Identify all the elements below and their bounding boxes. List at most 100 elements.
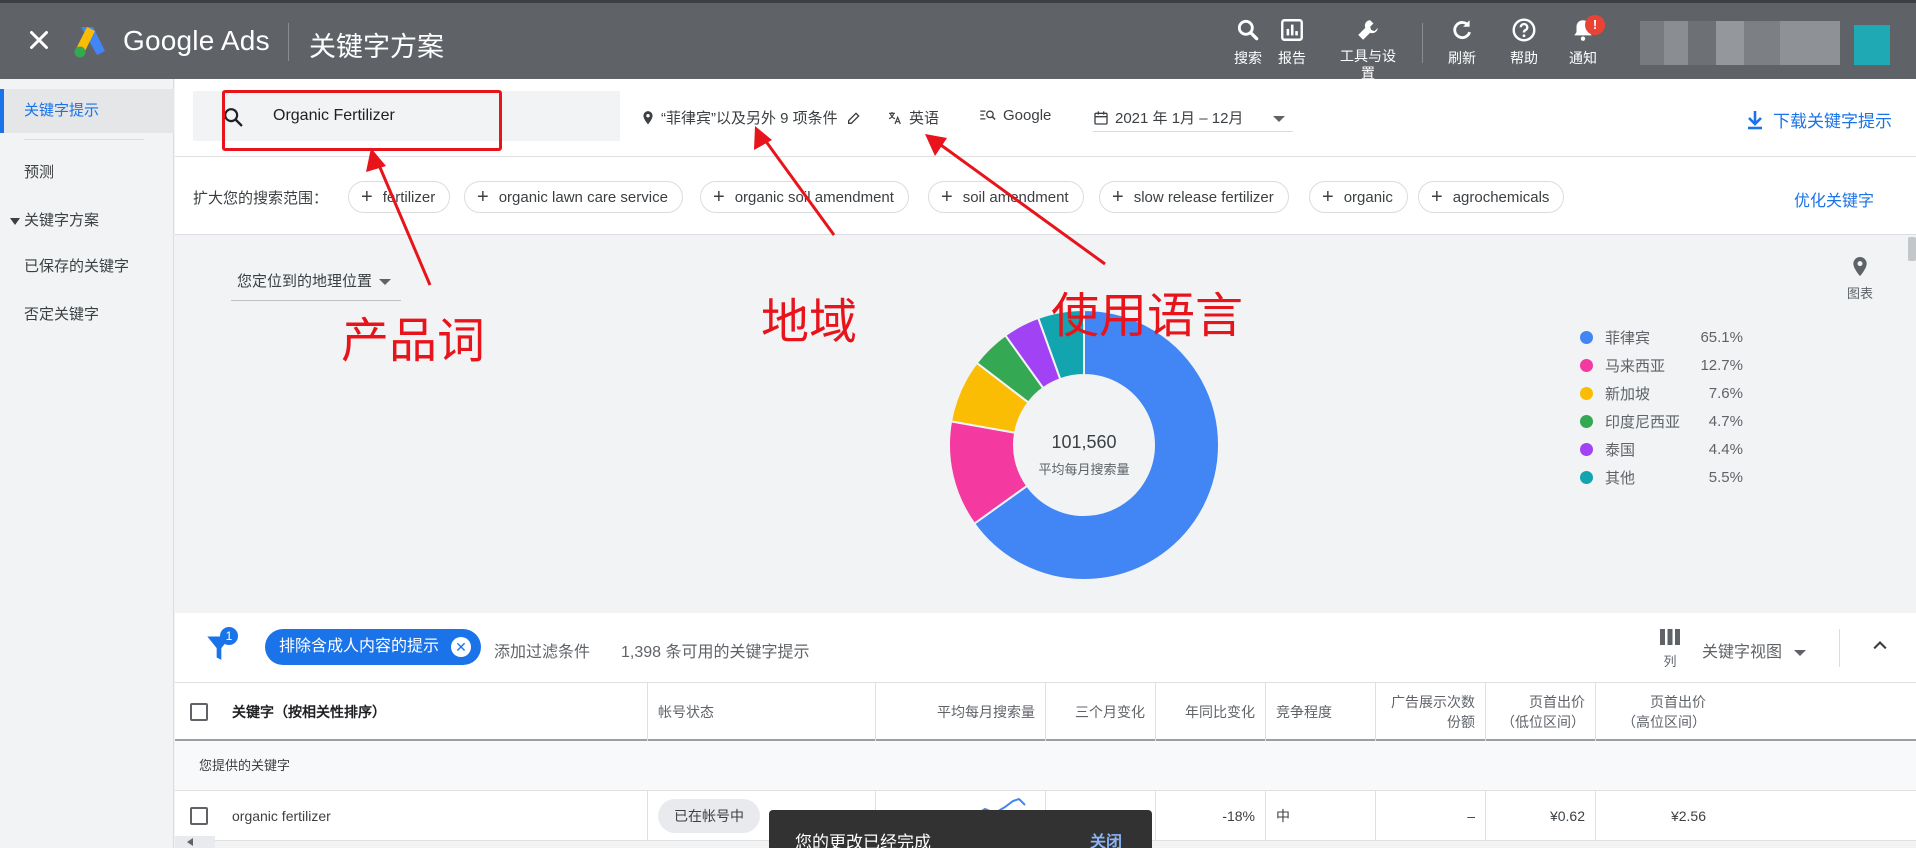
- download-icon: [1748, 111, 1762, 130]
- notifications-label: 通知: [1569, 50, 1597, 66]
- annotation-region: 地域: [761, 294, 858, 350]
- col-impression-share[interactable]: 广告展示次数份额: [1376, 683, 1486, 741]
- language-filter[interactable]: 英语: [887, 107, 939, 128]
- broaden-chip[interactable]: + fertilizer: [348, 181, 451, 213]
- vertical-scrollbar-thumb[interactable]: [1908, 237, 1916, 261]
- location-pin-icon: [643, 111, 653, 125]
- legend-swatch: [1580, 358, 1593, 372]
- filter-bar-divider: [1839, 629, 1840, 667]
- cell-competition: 中: [1266, 791, 1376, 841]
- nav-item-negative-keywords[interactable]: 否定关键字: [0, 293, 174, 337]
- broaden-chip[interactable]: + organic lawn care service: [464, 181, 683, 213]
- chip-label: organic soil amendment: [734, 189, 894, 206]
- download-label: 下载关键字提示: [1773, 112, 1892, 131]
- remove-filter-icon[interactable]: ✕: [451, 637, 472, 657]
- col-account-status[interactable]: 帐号状态: [648, 683, 876, 741]
- keyword-planner-page: Google Ads 关键字方案 搜索 报告 工具与设置 刷新 帮助 通知 !: [0, 0, 1916, 848]
- legend-item[interactable]: 其他 5.5%: [1580, 463, 1770, 491]
- plus-icon: +: [1431, 186, 1443, 208]
- refine-keywords-button[interactable]: 优化关键字: [1794, 187, 1874, 211]
- keyword-table-header: 关键字（按相关性排序） 帐号状态 平均每月搜索量 三个月变化 年同比变化 竞争程…: [175, 683, 1916, 741]
- row-checkbox[interactable]: [189, 807, 208, 825]
- date-range-label: 2021 年 1月 – 12月: [1115, 110, 1244, 127]
- select-all-checkbox[interactable]: [189, 703, 208, 721]
- legend-item[interactable]: 新加坡 7.6%: [1580, 379, 1770, 407]
- brand-name: Google Ads: [123, 25, 270, 56]
- keyword-search-box[interactable]: [193, 91, 620, 141]
- translate-icon: [888, 112, 901, 125]
- location-filter-label: “菲律宾”以及另外 9 项条件: [661, 110, 838, 127]
- help-button[interactable]: 帮助: [1494, 17, 1554, 68]
- legend-item[interactable]: 菲律宾 65.1%: [1580, 323, 1770, 351]
- legend-swatch: [1580, 414, 1593, 428]
- add-filter-button[interactable]: 添加过滤条件: [494, 638, 590, 662]
- nav-item-keyword-plan[interactable]: 关键字方案: [0, 199, 174, 243]
- chip-label: slow release fertilizer: [1133, 189, 1274, 206]
- calendar-icon: [1094, 111, 1108, 125]
- account-avatar[interactable]: [1854, 25, 1890, 65]
- col-avg-monthly-searches[interactable]: 平均每月搜索量: [876, 683, 1046, 741]
- legend-value: 5.5%: [1708, 468, 1743, 486]
- notifications-button[interactable]: 通知 !: [1553, 15, 1613, 68]
- keyword-search-input[interactable]: [273, 105, 573, 127]
- reports-button[interactable]: 报告: [1262, 17, 1322, 68]
- horizontal-scroll-left[interactable]: [175, 836, 215, 848]
- broaden-label: 扩大您的搜索范围：: [193, 190, 329, 207]
- toolbar-divider: [1422, 23, 1423, 63]
- chart-toggle-button[interactable]: 图表: [1835, 255, 1885, 302]
- broaden-chip[interactable]: + slow release fertilizer: [1099, 181, 1289, 213]
- legend-swatch: [1580, 470, 1593, 484]
- cell-yoy-change: -18%: [1156, 791, 1266, 841]
- geo-breakdown-dropdown[interactable]: 您定位到的地理位置: [231, 263, 401, 301]
- snackbar-close-button[interactable]: 关闭: [1090, 828, 1122, 848]
- col-three-month-change[interactable]: 三个月变化: [1046, 683, 1156, 741]
- broaden-chip[interactable]: + organic soil amendment: [700, 181, 909, 213]
- date-range-filter[interactable]: 2021 年 1月 – 12月: [1093, 107, 1286, 128]
- col-top-bid-low[interactable]: 页首出价 （低位区间）: [1486, 683, 1596, 741]
- col-competition[interactable]: 竞争程度: [1266, 683, 1376, 741]
- donut-center-value: 101,560: [1051, 432, 1117, 452]
- collapse-chevron-up-icon[interactable]: [1870, 635, 1890, 655]
- legend-swatch: [1580, 330, 1593, 344]
- close-icon[interactable]: [24, 25, 54, 55]
- col-keyword[interactable]: 关键字（按相关性排序）: [222, 683, 648, 741]
- nav-item-forecast[interactable]: 预测: [0, 151, 174, 195]
- legend-item[interactable]: 印度尼西亚 4.7%: [1580, 407, 1770, 435]
- broaden-chip[interactable]: + soil amendment: [928, 181, 1084, 213]
- snackbar-message: 您的更改已经完成: [795, 833, 931, 848]
- legend-item[interactable]: 泰国 4.4%: [1580, 435, 1770, 463]
- nav-item-keyword-plan-label: 关键字方案: [24, 212, 100, 229]
- legend-item[interactable]: 马来西亚 12.7%: [1580, 351, 1770, 379]
- search-icon: [1237, 19, 1259, 41]
- broaden-chip[interactable]: + agrochemicals: [1418, 181, 1565, 213]
- chip-label: soil amendment: [962, 189, 1069, 206]
- nav-item-saved-keywords[interactable]: 已保存的关键字: [0, 245, 174, 289]
- wrench-icon: [1358, 20, 1378, 40]
- table-section-label: 您提供的关键字: [175, 741, 1916, 791]
- legend-label: 马来西亚: [1605, 357, 1666, 375]
- refresh-button[interactable]: 刷新: [1432, 17, 1492, 68]
- cell-top-bid-high: ¥2.56: [1670, 808, 1706, 824]
- legend-value: 4.4%: [1708, 440, 1743, 458]
- columns-icon: [1660, 629, 1680, 645]
- chart-legend: 菲律宾 65.1% 马来西亚 12.7% 新加坡 7.6% 印度尼西亚 4.7% 泰国 4.4% 其…: [1580, 323, 1770, 491]
- active-filter-chip[interactable]: 排除含成人内容的提示 ✕: [265, 629, 482, 665]
- broaden-chip[interactable]: + organic: [1309, 181, 1408, 213]
- nav-item-keyword-ideas[interactable]: 关键字提示: [0, 89, 174, 133]
- download-keyword-ideas-button[interactable]: 下载关键字提示: [1745, 107, 1892, 132]
- chip-label: organic lawn care service: [498, 189, 668, 206]
- page-title: 关键字方案: [309, 32, 444, 62]
- keyword-view-dropdown[interactable]: 关键字视图: [1702, 638, 1807, 662]
- col-top-bid-high[interactable]: 页首出价 （高位区间）: [1596, 683, 1716, 741]
- columns-button[interactable]: 列: [1650, 627, 1690, 670]
- chip-label: organic: [1343, 189, 1393, 206]
- network-filter[interactable]: Google: [979, 107, 1051, 124]
- row-select-cell: [175, 791, 222, 841]
- pencil-icon[interactable]: [846, 110, 862, 126]
- location-breakdown-chart: 您定位到的地理位置 图表 101,560 平均每月搜索量 菲律宾 65.1% 马来西…: [175, 235, 1916, 613]
- chip-label: fertilizer: [382, 189, 436, 206]
- legend-label: 其他: [1605, 469, 1636, 487]
- col-yoy-change[interactable]: 年同比变化: [1156, 683, 1266, 741]
- tools-settings-button[interactable]: 工具与设置: [1338, 17, 1398, 82]
- location-filter[interactable]: “菲律宾”以及另外 9 项条件: [641, 107, 868, 128]
